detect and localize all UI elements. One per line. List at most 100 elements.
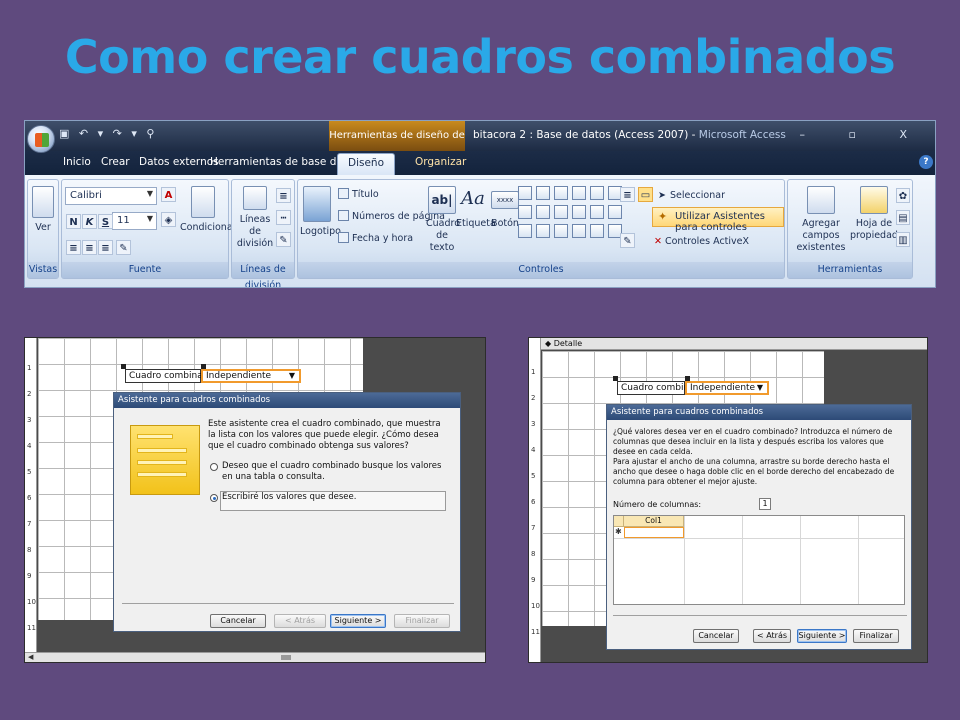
option-group-tool-icon[interactable] [590, 224, 604, 238]
gridlines-button[interactable]: Líneas de división [236, 186, 274, 250]
font-size-combo[interactable]: 11 ▼ [112, 212, 157, 230]
view-button[interactable]: Ver [30, 186, 56, 234]
subform-tool-icon[interactable] [572, 205, 586, 219]
combo-box-control[interactable]: Independiente ▼ [685, 381, 769, 395]
label-button[interactable]: Aa Etiqueta [456, 186, 496, 230]
view-icon [32, 186, 54, 218]
tab-organizar[interactable]: Organizar [415, 156, 466, 168]
align-right-icon[interactable]: ≡ [98, 240, 113, 255]
align-center-icon[interactable]: ≡ [82, 240, 97, 255]
add-existing-fields-button[interactable]: Agregar campos existentes [790, 186, 852, 254]
wizard-art-bar [137, 460, 187, 465]
toggle-tool-icon[interactable] [554, 186, 568, 200]
help-icon[interactable]: ? [919, 155, 933, 169]
button-button[interactable]: xxxx Botón [490, 186, 520, 230]
italic-button[interactable]: K [82, 214, 97, 229]
cancel-button[interactable]: Cancelar [693, 629, 739, 643]
font-color-button[interactable]: A [161, 187, 176, 202]
rectangle-tool-icon[interactable] [518, 205, 532, 219]
bold-button[interactable]: N [66, 214, 81, 229]
conditional-button[interactable]: Condicional [180, 186, 235, 234]
font-size-value: 11 [117, 215, 130, 226]
finish-button[interactable]: Finalizar [394, 614, 450, 628]
chevron-down-icon: ▼ [288, 371, 295, 380]
active-cell[interactable] [624, 527, 684, 538]
line-color-icon[interactable]: ✎ [276, 232, 291, 247]
window-buttons[interactable]: – ▫ X [800, 128, 927, 141]
scroll-left-icon[interactable]: ◀ [28, 653, 33, 661]
date-time-button[interactable]: Fecha y hora [338, 232, 413, 244]
combo-label-control[interactable]: Cuadro combinad [617, 381, 700, 395]
type-values-radio[interactable] [210, 494, 218, 502]
tab-tool-icon[interactable] [572, 186, 586, 200]
finish-button[interactable]: Finalizar [853, 629, 899, 643]
logo-label: Logotipo [300, 226, 341, 237]
option-tool-icon[interactable] [608, 205, 622, 219]
tab-order-icon[interactable]: ✿ [896, 188, 910, 203]
format-painter-icon[interactable]: ✎ [116, 240, 131, 255]
title-button[interactable]: Título [338, 188, 379, 200]
fill-color-icon[interactable]: ◈ [161, 212, 176, 227]
wizard-intro-text: Este asistente crea el cuadro combinado,… [208, 419, 441, 451]
line-style-icon[interactable]: ┅ [276, 210, 291, 225]
selected-tool-icon[interactable]: ▭ [638, 187, 653, 202]
image-tool-icon[interactable] [518, 224, 532, 238]
scroll-thumb[interactable] [281, 655, 291, 660]
underline-button[interactable]: S [98, 214, 113, 229]
quick-access-toolbar[interactable]: ▣ ↶ ▾ ↷ ▾ ⚲ [59, 127, 157, 140]
combo-box-control[interactable]: Independiente ▼ [201, 369, 301, 383]
ruler-mark: 6 [531, 498, 536, 506]
ruler-mark: 9 [531, 576, 536, 584]
combo-box-value: Independiente [690, 383, 756, 393]
title-icon [338, 188, 349, 199]
combo-box-tool-icon[interactable] [518, 186, 532, 200]
next-button[interactable]: Siguiente > [330, 614, 386, 628]
cancel-button[interactable]: Cancelar [210, 614, 266, 628]
column-count-input[interactable]: 1 [759, 498, 771, 510]
lookup-values-label: Deseo que el cuadro combinado busque los… [222, 461, 442, 482]
attachment-tool-icon[interactable] [572, 224, 586, 238]
tab-crear[interactable]: Crear [101, 156, 130, 168]
back-button[interactable]: < Atrás [274, 614, 326, 628]
combo-label-control[interactable]: Cuadro combinad [125, 369, 208, 383]
select-button[interactable]: ➤ Seleccionar [658, 190, 725, 201]
align-left-icon[interactable]: ≡ [66, 240, 81, 255]
office-button[interactable] [27, 125, 55, 153]
slide-title: Como crear cuadros combinados [64, 30, 896, 84]
column-header-col1[interactable]: Col1 [624, 516, 684, 527]
date-time-label: Fecha y hora [352, 233, 414, 244]
chart-tool-icon[interactable] [590, 205, 604, 219]
tab-diseno[interactable]: Diseño [337, 153, 396, 175]
title-label: Título [352, 189, 379, 200]
detail-section-bar[interactable]: ◆ Detalle [541, 338, 927, 350]
horizontal-scrollbar[interactable]: ◀ [25, 652, 485, 662]
column-divider [858, 516, 859, 604]
line-color-icon[interactable]: ✎ [620, 233, 635, 248]
line-tool-icon[interactable] [536, 186, 550, 200]
font-family-combo[interactable]: Calibri ▼ [65, 187, 157, 205]
checkbox-tool-icon[interactable] [536, 205, 550, 219]
hyperlink-tool-icon[interactable] [590, 186, 604, 200]
activex-button[interactable]: ✕ Controles ActiveX [654, 236, 749, 247]
subform-icon[interactable]: ▥ [896, 232, 910, 247]
logo-button[interactable]: Logotipo [300, 186, 341, 238]
lookup-values-radio[interactable] [210, 463, 218, 471]
line-width-icon[interactable]: ≡ [276, 188, 291, 203]
column-divider [742, 516, 743, 604]
dialog-title: Asistente para cuadros combinados [607, 405, 911, 420]
use-control-wizards-toggle[interactable]: Utilizar Asistentes para controles [652, 207, 784, 233]
page-number-icon [338, 210, 349, 221]
line-thickness-icon[interactable]: ≡ [620, 187, 635, 202]
textbox-button[interactable]: ab| Cuadro de texto [426, 186, 460, 254]
tab-datos-externos[interactable]: Datos externos [139, 156, 219, 168]
code-icon[interactable]: ▤ [896, 210, 910, 225]
values-datasheet[interactable]: Col1 ✱ [613, 515, 905, 605]
tab-inicio[interactable]: Inicio [63, 156, 91, 168]
office-logo-icon [35, 133, 49, 147]
frame-tool-icon[interactable] [554, 205, 568, 219]
back-button[interactable]: < Atrás [753, 629, 791, 643]
page-break-tool-icon[interactable] [554, 224, 568, 238]
property-sheet-button[interactable]: Hoja de propiedades [850, 186, 909, 242]
next-button[interactable]: Siguiente > [797, 629, 847, 643]
bound-object-tool-icon[interactable] [536, 224, 550, 238]
